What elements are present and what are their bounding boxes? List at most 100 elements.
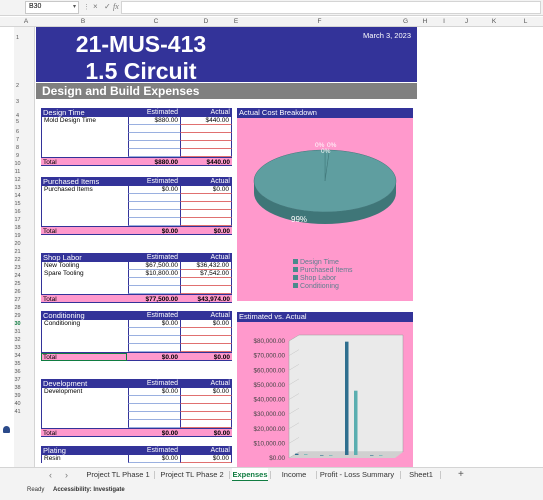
column-header-d[interactable]: D <box>181 17 231 27</box>
table-row[interactable] <box>41 133 232 141</box>
estimated-cell[interactable] <box>128 412 180 420</box>
row-label[interactable]: Development <box>41 388 128 396</box>
actual-cell[interactable] <box>180 125 232 133</box>
column-header-k[interactable]: K <box>480 17 508 27</box>
actual-cell[interactable] <box>180 202 232 210</box>
row-label[interactable] <box>41 420 128 428</box>
row-label[interactable] <box>41 194 128 202</box>
tab-project-tl-phase-2[interactable]: Project TL Phase 2 <box>157 468 227 482</box>
row-label[interactable] <box>41 278 128 286</box>
selected-cell[interactable] <box>41 353 127 361</box>
total-row[interactable]: Total $0.00 $0.00 <box>41 226 232 235</box>
row-label[interactable]: New Tooling <box>41 262 128 270</box>
actual-cell[interactable] <box>180 412 232 420</box>
estimated-cell[interactable]: $0.00 <box>128 455 180 463</box>
column-header-j[interactable]: J <box>453 17 480 27</box>
table-row[interactable] <box>41 396 232 404</box>
column-header-f[interactable]: F <box>243 17 396 27</box>
bar-chart[interactable]: $80,000.00 $70,000.00 $60,000.00 $50,000.00… <box>237 322 413 467</box>
total-row[interactable]: Total $0.00 $0.00 <box>41 428 232 437</box>
actual-cell[interactable] <box>180 404 232 412</box>
table-row[interactable]: Resin $0.00 $0.00 <box>41 455 232 463</box>
estimated-cell[interactable]: $0.00 <box>128 320 180 328</box>
estimated-cell[interactable] <box>128 149 180 157</box>
table-row[interactable]: Development $0.00 $0.00 <box>41 388 232 396</box>
cancel-icon[interactable]: × <box>93 2 98 11</box>
estimated-cell[interactable] <box>128 328 180 336</box>
actual-cell[interactable] <box>180 210 232 218</box>
tab-expenses[interactable]: Expenses <box>232 468 268 482</box>
row-label[interactable] <box>41 202 128 210</box>
estimated-cell[interactable] <box>128 125 180 133</box>
total-row[interactable]: Total $77,500.00 $43,974.00 <box>41 294 232 303</box>
table-row[interactable] <box>41 202 232 210</box>
row-label[interactable] <box>41 149 128 157</box>
actual-cell[interactable] <box>180 141 232 149</box>
total-actual[interactable]: $43,974.00 <box>180 295 232 303</box>
actual-cell[interactable] <box>180 194 232 202</box>
actual-cell[interactable] <box>180 396 232 404</box>
column-header-h[interactable]: H <box>415 17 435 27</box>
estimated-cell[interactable] <box>128 218 180 226</box>
row-label[interactable] <box>41 328 128 336</box>
total-estimated[interactable]: $0.00 <box>128 227 180 235</box>
row-label[interactable] <box>41 344 128 352</box>
estimated-cell[interactable]: $67,500.00 <box>128 262 180 270</box>
estimated-cell[interactable] <box>128 194 180 202</box>
table-row[interactable] <box>41 278 232 286</box>
row-label[interactable] <box>41 210 128 218</box>
estimated-cell[interactable]: $10,800.00 <box>128 270 180 278</box>
estimated-cell[interactable]: $0.00 <box>128 388 180 396</box>
estimated-cell[interactable] <box>128 286 180 294</box>
function-icon[interactable]: fx <box>113 2 119 11</box>
table-row[interactable] <box>41 141 232 149</box>
column-header-g[interactable]: G <box>396 17 415 27</box>
row-label[interactable] <box>41 404 128 412</box>
total-estimated[interactable]: $880.00 <box>128 158 180 166</box>
total-estimated[interactable]: $0.00 <box>128 353 180 361</box>
notification-bell-icon[interactable] <box>3 426 10 433</box>
column-header-b[interactable]: B <box>35 17 131 27</box>
actual-cell[interactable]: $0.00 <box>180 186 232 194</box>
tab-profit-loss-summary[interactable]: Profit - Loss Summary <box>316 468 398 482</box>
tab-prev-icon[interactable]: ‹ <box>49 468 52 482</box>
column-header-e[interactable]: E <box>231 17 241 27</box>
total-actual[interactable]: $0.00 <box>180 227 232 235</box>
row-label[interactable]: Conditioning <box>41 320 128 328</box>
pie-chart[interactable]: 0% 0%0%99%Design TimePurchased ItemsShop … <box>237 118 413 301</box>
table-row[interactable] <box>41 125 232 133</box>
actual-cell[interactable]: $0.00 <box>180 455 232 463</box>
row-label[interactable] <box>41 412 128 420</box>
actual-cell[interactable]: $7,542.00 <box>180 270 232 278</box>
actual-cell[interactable]: $440.00 <box>180 117 232 125</box>
accessibility-status[interactable]: Accessibility: Investigate <box>53 487 125 493</box>
row-label[interactable]: Resin <box>41 455 128 463</box>
table-row[interactable] <box>41 218 232 226</box>
estimated-cell[interactable] <box>128 278 180 286</box>
table-row[interactable] <box>41 286 232 294</box>
row-label[interactable] <box>41 141 128 149</box>
table-row[interactable] <box>41 336 232 344</box>
actual-cell[interactable] <box>180 420 232 428</box>
table-row[interactable] <box>41 420 232 428</box>
row-label[interactable] <box>41 336 128 344</box>
column-header-a[interactable]: A <box>17 17 35 27</box>
total-actual[interactable]: $0.00 <box>180 353 232 361</box>
column-header-l[interactable]: L <box>508 17 543 27</box>
name-box[interactable]: B30 ▾ <box>25 1 79 14</box>
table-row[interactable]: Conditioning $0.00 $0.00 <box>41 320 232 328</box>
add-sheet-icon[interactable]: + <box>458 468 464 482</box>
chevron-down-icon[interactable]: ▾ <box>73 3 76 10</box>
actual-cell[interactable] <box>180 344 232 352</box>
total-row[interactable]: Total $880.00 $440.00 <box>41 157 232 166</box>
estimated-cell[interactable] <box>128 336 180 344</box>
table-row[interactable] <box>41 344 232 352</box>
estimated-cell[interactable] <box>128 404 180 412</box>
actual-cell[interactable] <box>180 286 232 294</box>
row-label[interactable]: Mold Design Time <box>41 117 128 125</box>
row-label[interactable] <box>41 125 128 133</box>
estimated-cell[interactable]: $880.00 <box>128 117 180 125</box>
formula-input[interactable] <box>121 1 541 14</box>
actual-cell[interactable] <box>180 328 232 336</box>
estimated-cell[interactable]: $0.00 <box>128 186 180 194</box>
